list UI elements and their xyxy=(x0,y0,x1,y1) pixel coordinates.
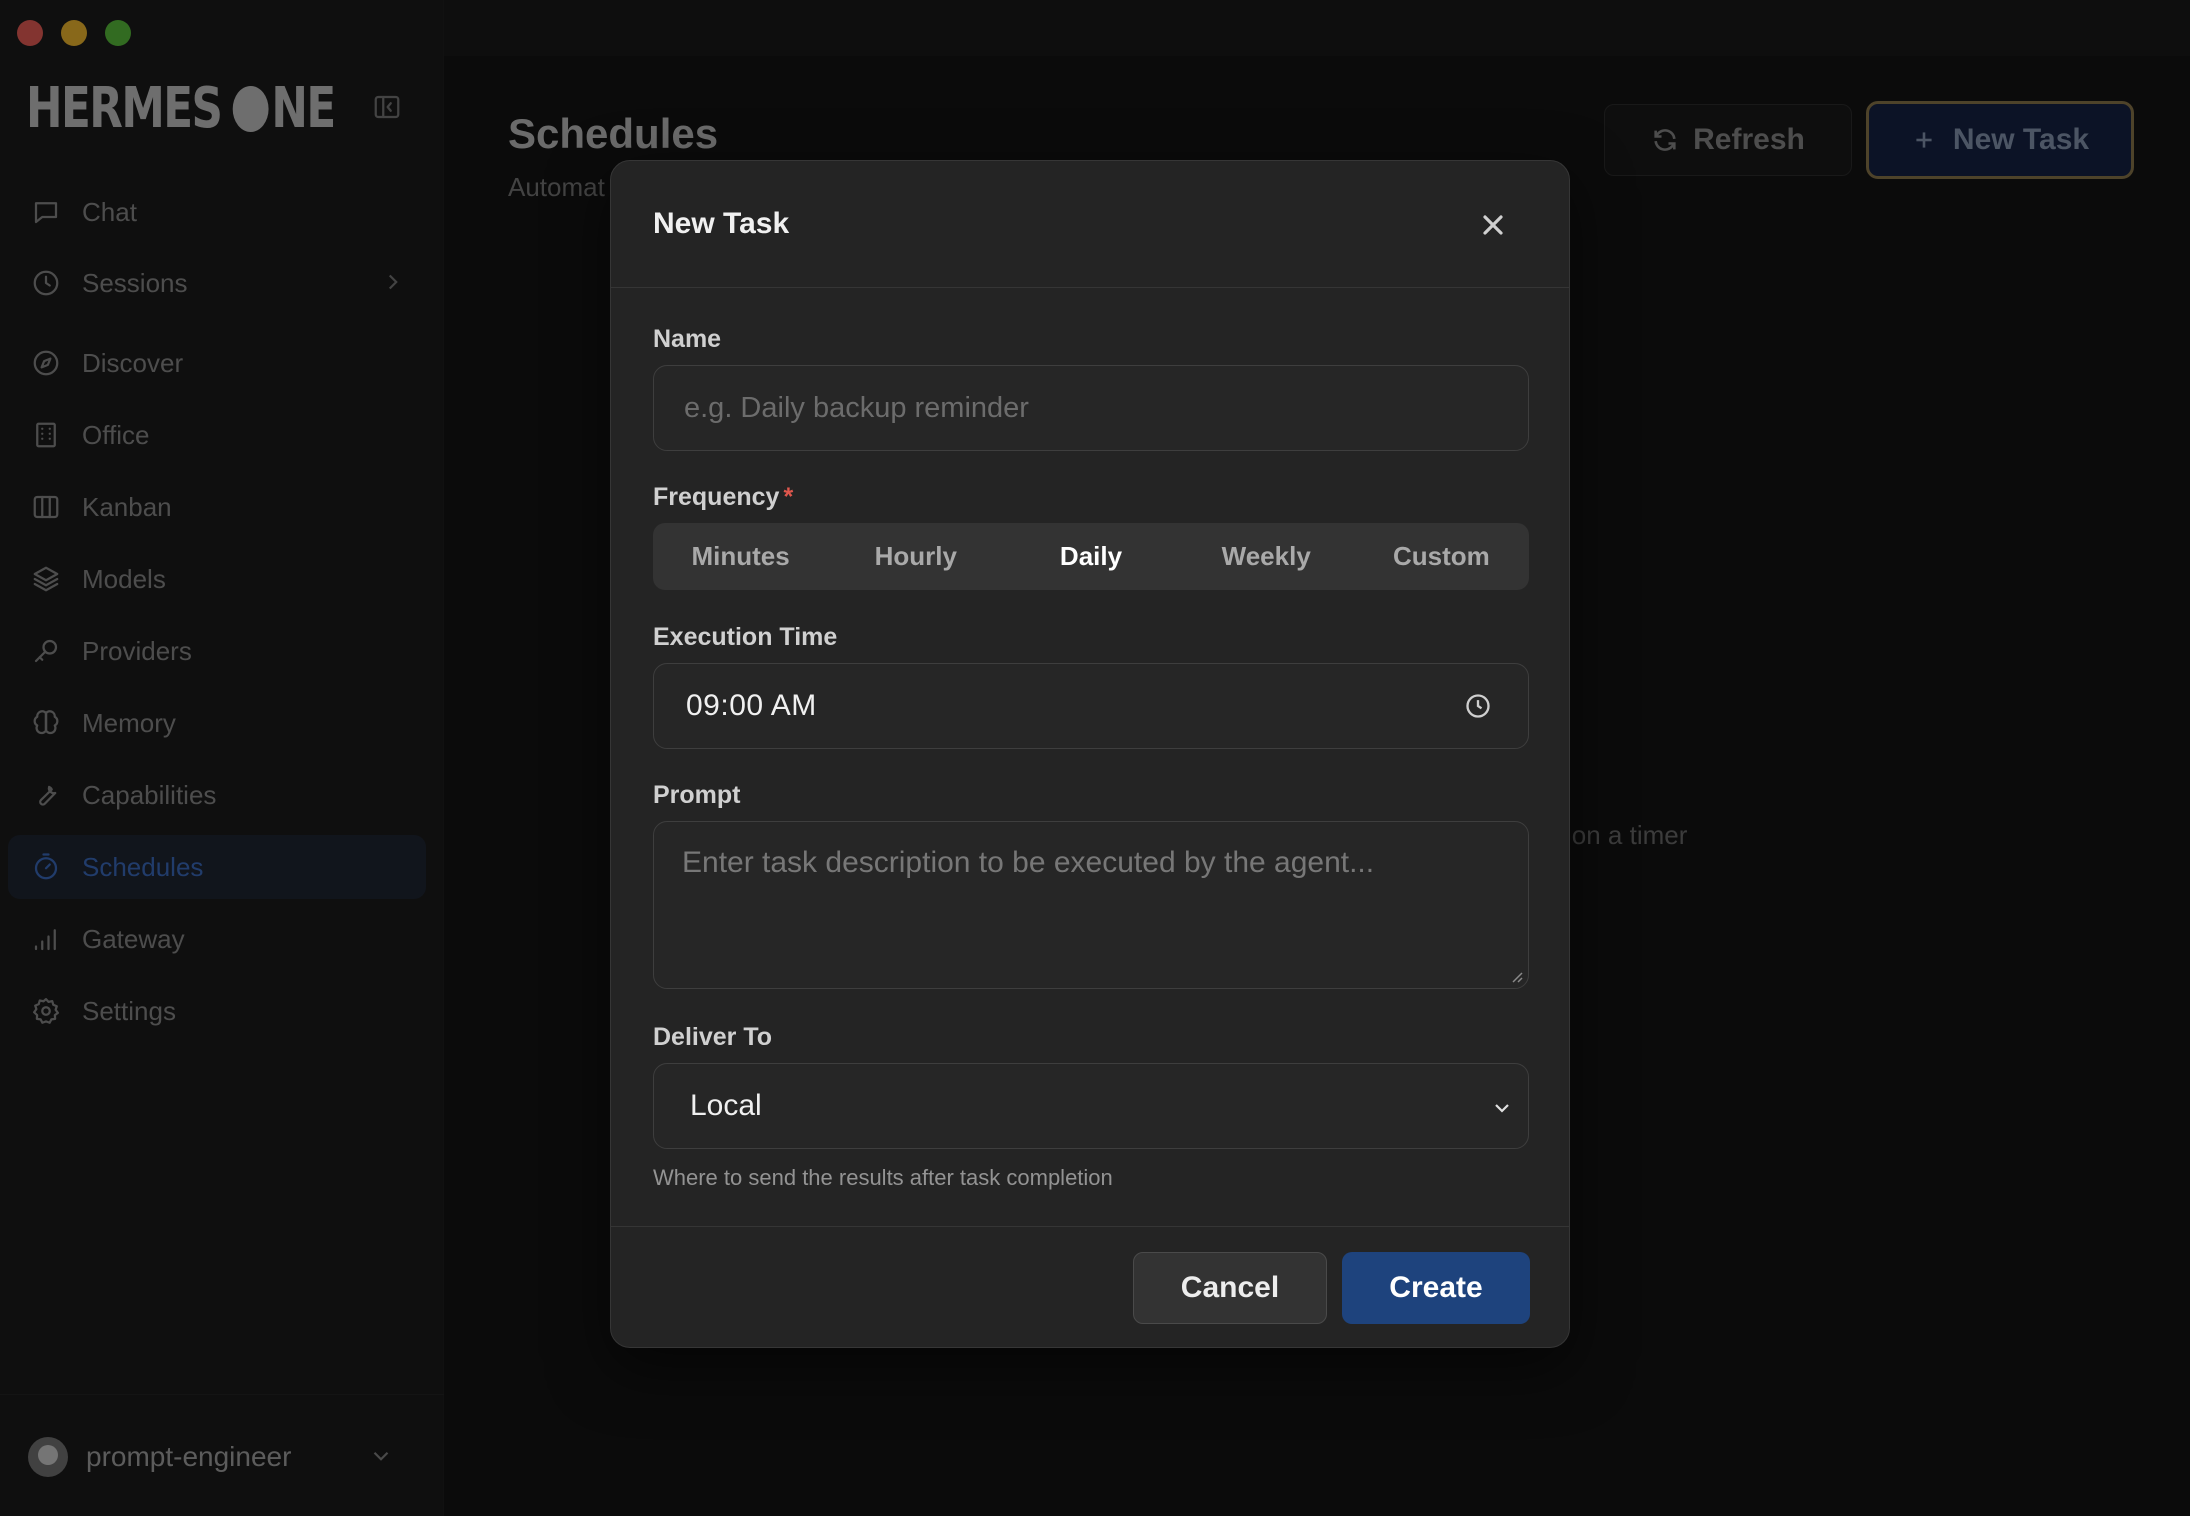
prompt-textarea[interactable]: Enter task description to be executed by… xyxy=(653,821,1529,989)
execution-time-label: Execution Time xyxy=(653,623,838,651)
dialog-title: New Task xyxy=(653,207,790,240)
new-task-dialog: New Task Name e.g. Daily backup reminder… xyxy=(610,160,1570,1348)
frequency-label-text: Frequency xyxy=(653,483,780,511)
prompt-placeholder: Enter task description to be executed by… xyxy=(682,846,1375,879)
frequency-option-hourly[interactable]: Hourly xyxy=(828,523,1003,590)
deliver-to-label: Deliver To xyxy=(653,1023,773,1051)
frequency-option-daily[interactable]: Daily xyxy=(1003,523,1178,590)
execution-time-input[interactable]: 09:00 AM xyxy=(653,663,1529,749)
name-label: Name xyxy=(653,325,722,353)
frequency-option-weekly[interactable]: Weekly xyxy=(1179,523,1354,590)
resize-handle-icon[interactable] xyxy=(1508,968,1524,984)
close-dialog-button[interactable] xyxy=(1477,209,1509,241)
cancel-button[interactable]: Cancel xyxy=(1133,1252,1327,1324)
prompt-label: Prompt xyxy=(653,781,741,809)
chevron-down-icon xyxy=(1490,1094,1514,1128)
clock-icon[interactable] xyxy=(1464,692,1492,728)
deliver-to-hint: Where to send the results after task com… xyxy=(653,1165,1113,1190)
deliver-to-select[interactable]: Local xyxy=(653,1063,1529,1149)
dialog-header: New Task xyxy=(611,161,1569,288)
frequency-option-minutes[interactable]: Minutes xyxy=(653,523,828,590)
name-input-placeholder: e.g. Daily backup reminder xyxy=(684,391,1029,424)
dialog-footer: Cancel Create xyxy=(611,1226,1569,1349)
frequency-segmented-control: Minutes Hourly Daily Weekly Custom xyxy=(653,523,1529,590)
frequency-label: Frequency * xyxy=(653,483,793,512)
deliver-to-value: Local xyxy=(690,1089,762,1122)
execution-time-value: 09:00 AM xyxy=(686,689,817,722)
required-mark: * xyxy=(783,483,794,511)
name-input[interactable]: e.g. Daily backup reminder xyxy=(653,365,1529,451)
create-button[interactable]: Create xyxy=(1342,1252,1530,1324)
close-icon xyxy=(1483,215,1503,235)
frequency-option-custom[interactable]: Custom xyxy=(1354,523,1529,590)
